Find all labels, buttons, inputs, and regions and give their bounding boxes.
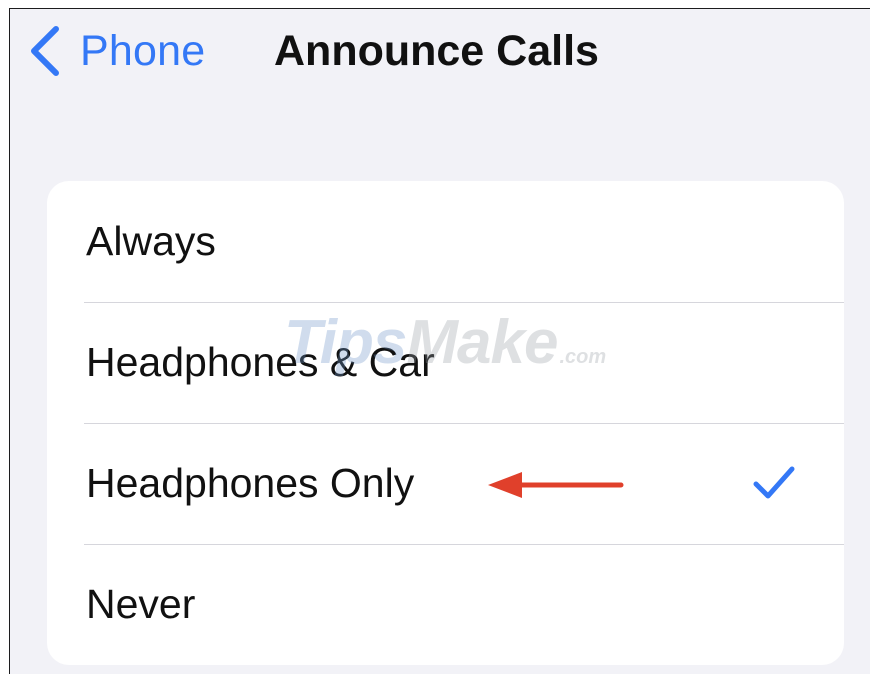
option-label: Always: [86, 218, 216, 264]
option-headphones-only[interactable]: Headphones Only: [47, 423, 844, 544]
option-headphones-and-car[interactable]: Headphones & Car: [47, 302, 844, 423]
checkmark-icon: [753, 466, 795, 499]
option-always[interactable]: Always: [47, 181, 844, 302]
back-button-label: Phone: [80, 26, 206, 75]
option-never[interactable]: Never: [47, 544, 844, 665]
option-label: Headphones Only: [86, 460, 415, 506]
back-button[interactable]: Phone: [28, 21, 205, 81]
option-label: Headphones & Car: [86, 339, 435, 385]
page-title: Announce Calls: [274, 27, 599, 75]
option-label: Never: [86, 581, 196, 627]
chevron-left-icon: [31, 26, 59, 76]
settings-screen: Phone Announce Calls Always Headphones &…: [9, 8, 870, 674]
options-list: Always Headphones & Car Headphones Only …: [47, 181, 844, 665]
